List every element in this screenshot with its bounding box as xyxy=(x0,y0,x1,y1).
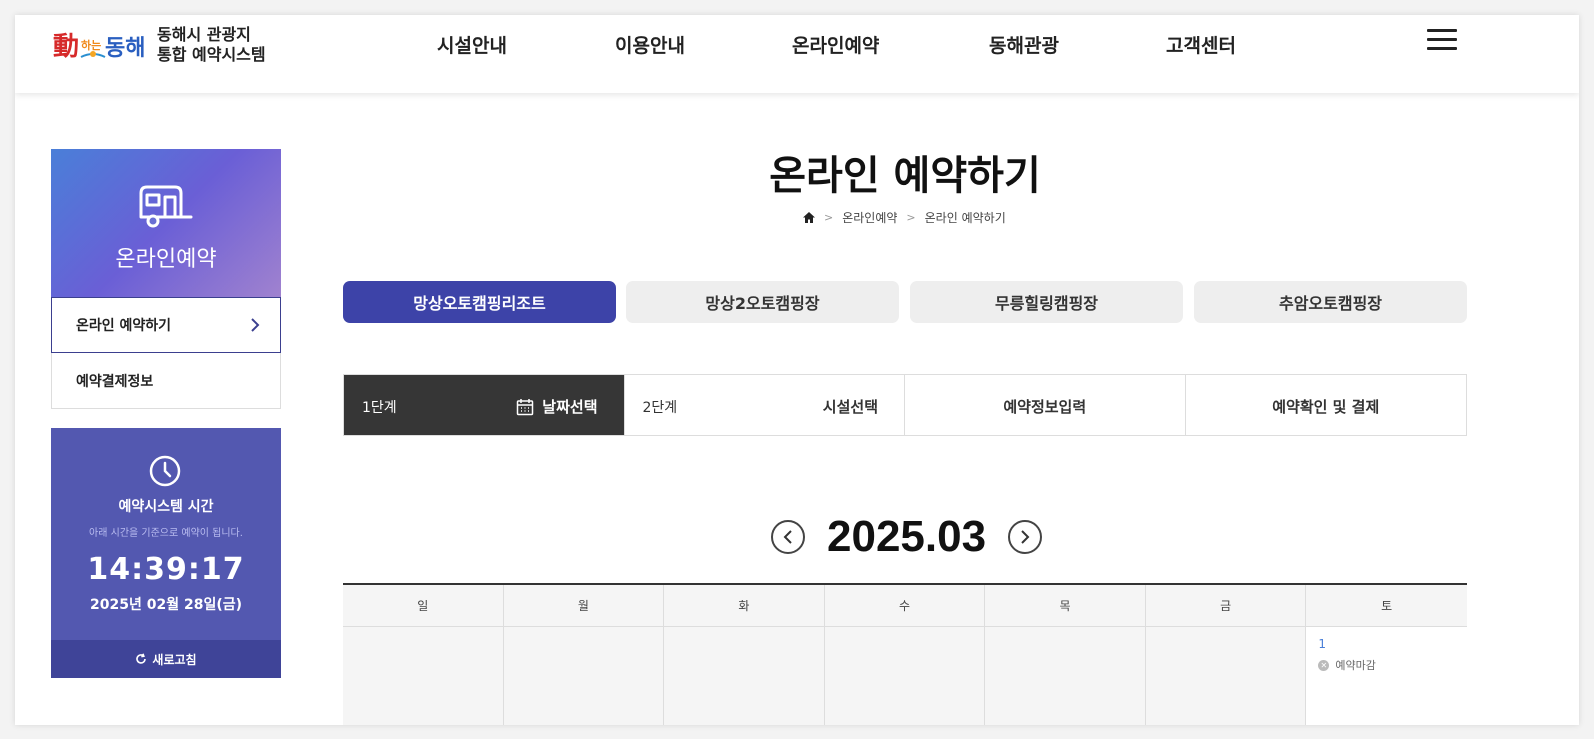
clock-subtitle: 아래 시간을 기준으로 예약이 됩니다. xyxy=(89,528,243,539)
chevron-right-icon xyxy=(251,318,260,332)
calendar-empty-cell xyxy=(1145,627,1307,725)
step-label: 예약확인 및 결제 xyxy=(1272,398,1380,416)
refresh-icon xyxy=(136,653,147,664)
breadcrumb-item-current: 온라인 예약하기 xyxy=(924,211,1006,225)
refresh-label: 새로고침 xyxy=(152,652,197,667)
nav-item-customer-center[interactable]: 고객센터 xyxy=(1166,31,1236,58)
tab-chuam-auto-camping[interactable]: 추암오토캠핑장 xyxy=(1194,281,1467,323)
weekday-tue: 화 xyxy=(664,585,825,626)
step-label: 시설선택 xyxy=(822,398,878,416)
reservation-calendar: 일 월 화 수 목 금 토 1 ✕ 예약마감 xyxy=(343,583,1467,725)
month-navigator: 2025.03 xyxy=(771,512,1043,562)
step-number: 2단계 xyxy=(642,400,678,416)
calendar-day-cell[interactable]: 1 ✕ 예약마감 xyxy=(1306,627,1467,725)
clock-icon xyxy=(149,455,181,487)
sidebar-item-label: 온라인 예약하기 xyxy=(76,318,172,334)
page-frame: 動 하는 동해 동해시 관광지 통합 예약시스템 시설안내 이용안내 온라인예약… xyxy=(15,15,1579,725)
weekday-wed: 수 xyxy=(825,585,986,626)
weekday-thu: 목 xyxy=(985,585,1146,626)
calendar-empty-cell xyxy=(985,627,1146,725)
breadcrumb: > 온라인예약 > 온라인 예약하기 xyxy=(803,209,1006,226)
sidebar-item-label: 예약결제정보 xyxy=(76,373,154,390)
step-label: 예약정보입력 xyxy=(1003,398,1087,416)
day-status-label: 예약마감 xyxy=(1335,659,1376,672)
step-1: 1단계 날짜선택 xyxy=(344,375,625,435)
calendar-week-row: 1 ✕ 예약마감 xyxy=(343,627,1467,725)
menu-icon[interactable] xyxy=(1427,29,1457,53)
step-label: 날짜선택 xyxy=(542,398,598,416)
sidebar-item-online-reservation[interactable]: 온라인 예약하기 xyxy=(51,297,281,353)
current-month: 2025.03 xyxy=(827,512,987,561)
day-number: 1 xyxy=(1318,637,1327,651)
tab-mureung-healing-camping[interactable]: 무릉힐링캠핑장 xyxy=(910,281,1183,323)
clock-time: 14:39:17 xyxy=(87,552,245,587)
nav-item-facility[interactable]: 시설안내 xyxy=(437,31,507,58)
calendar-empty-cell xyxy=(824,627,986,725)
reservation-clock-panel: 예약시스템 시간 아래 시간을 기준으로 예약이 됩니다. 14:39:17 2… xyxy=(51,428,281,678)
step-4: 예약확인 및 결제 xyxy=(1186,375,1467,435)
prev-month-button[interactable] xyxy=(771,520,805,554)
sidebar-menu: 온라인 예약하기 예약결제정보 xyxy=(51,297,281,409)
day-status: ✕ 예약마감 xyxy=(1318,657,1376,673)
calendar-weekday-header: 일 월 화 수 목 금 토 xyxy=(343,585,1467,627)
clock-date: 2025년 02월 28일(금) xyxy=(90,597,242,613)
weekday-sun: 일 xyxy=(343,585,504,626)
step-3: 예약정보입력 xyxy=(905,375,1186,435)
weekday-fri: 금 xyxy=(1146,585,1307,626)
breadcrumb-item[interactable]: 온라인예약 xyxy=(842,209,897,226)
calendar-empty-cell xyxy=(664,627,825,725)
refresh-button[interactable]: 새로고침 xyxy=(51,640,281,678)
reservation-steps: 1단계 날짜선택 2단계 시설선택 예약정보입력 예약확인 및 결제 xyxy=(343,374,1467,436)
sidebar-item-payment-info[interactable]: 예약결제정보 xyxy=(51,353,281,409)
calendar-empty-cell xyxy=(503,627,665,725)
clock-title: 예약시스템 시간 xyxy=(118,499,214,515)
weekday-mon: 월 xyxy=(504,585,665,626)
page-title: 온라인 예약하기 xyxy=(769,153,1041,199)
sidebar-section-title: 온라인예약 xyxy=(115,247,217,272)
sidebar-hero: 온라인예약 xyxy=(51,149,281,297)
chevron-right-icon xyxy=(1021,530,1030,544)
caravan-icon xyxy=(139,185,193,228)
calendar-icon xyxy=(517,398,534,415)
nav-item-online-reservation[interactable]: 온라인예약 xyxy=(792,31,879,58)
calendar-empty-cell xyxy=(343,627,504,725)
site-header: 動 하는 동해 동해시 관광지 통합 예약시스템 시설안내 이용안내 온라인예약… xyxy=(15,15,1579,93)
breadcrumb-separator-icon: > xyxy=(824,211,834,224)
tab-mangsang2-auto-camping[interactable]: 망상2오토캠핑장 xyxy=(626,281,899,323)
next-month-button[interactable] xyxy=(1008,520,1043,554)
home-icon[interactable] xyxy=(803,212,815,223)
closed-icon: ✕ xyxy=(1318,659,1330,671)
step-number: 1단계 xyxy=(362,400,397,416)
nav-item-usage[interactable]: 이용안내 xyxy=(615,31,685,58)
main-nav: 시설안내 이용안내 온라인예약 동해관광 고객센터 xyxy=(15,15,1579,71)
campsite-tabs: 망상오토캠핑리조트 망상2오토캠핑장 무릉힐링캠핑장 추암오토캠핑장 xyxy=(343,281,1467,323)
chevron-left-icon xyxy=(783,530,792,544)
tab-mangsang-auto-resort[interactable]: 망상오토캠핑리조트 xyxy=(343,281,616,323)
nav-item-donghae-tour[interactable]: 동해관광 xyxy=(989,31,1059,58)
step-2: 2단계 시설선택 xyxy=(625,375,905,435)
breadcrumb-separator-icon: > xyxy=(906,211,916,224)
weekday-sat: 토 xyxy=(1381,599,1393,613)
